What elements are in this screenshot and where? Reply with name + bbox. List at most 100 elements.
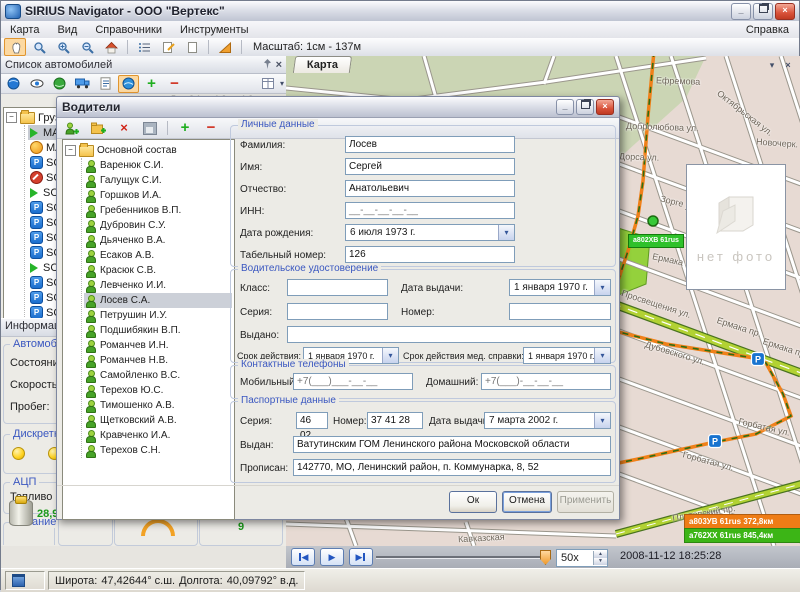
tab-list-dropdown-icon[interactable]: ▾	[764, 58, 780, 73]
license-issue-combo[interactable]: 1 января 1970 г. ▾	[509, 279, 611, 296]
driver-tree-item[interactable]: Гребенников В.П.	[84, 203, 232, 218]
save-button[interactable]	[138, 119, 162, 138]
menu-instrumenty[interactable]: Инструменты	[171, 23, 258, 37]
license-class-field[interactable]	[287, 279, 388, 296]
passport-issue-combo[interactable]: 7 марта 2002 г. ▾	[484, 412, 611, 429]
restore-button[interactable]	[753, 3, 773, 20]
tab-close-icon[interactable]: ×	[780, 58, 796, 73]
expander-icon[interactable]: −	[65, 145, 76, 156]
personnel-number-field[interactable]: 126	[345, 246, 515, 263]
driver-tree-item[interactable]: Терехов С.Н.	[84, 443, 232, 458]
truck-button[interactable]	[72, 75, 93, 93]
dropdown-arrow-icon[interactable]: ▾	[594, 413, 610, 428]
playback-slider[interactable]	[376, 556, 548, 559]
home-view-button[interactable]	[100, 38, 122, 56]
close-button[interactable]: ×	[775, 3, 795, 20]
cancel-button[interactable]: Отмена	[502, 491, 552, 513]
columns-button[interactable]	[258, 75, 279, 93]
parking-marker[interactable]: P	[752, 353, 765, 366]
playback-speed-spinner[interactable]: 50x ▲▼	[556, 549, 608, 567]
vehicle-position-marker[interactable]	[648, 216, 658, 226]
driver-tree-item[interactable]: Самойленко В.С.	[84, 368, 232, 383]
zoom-in-button[interactable]	[52, 38, 74, 56]
spin-up-icon[interactable]: ▲	[594, 551, 607, 558]
tracked-vehicle-badge[interactable]: а762ХХ 61rus 845,4км	[684, 528, 800, 543]
spin-down-icon[interactable]: ▼	[594, 558, 607, 565]
name-field[interactable]: Сергей	[345, 158, 515, 175]
dropdown-arrow-icon[interactable]: ▾	[594, 280, 610, 295]
remove-vehicle-button[interactable]: −	[164, 75, 185, 93]
add-record-button[interactable]: +	[173, 119, 197, 138]
pan-tool-button[interactable]	[4, 38, 26, 56]
passport-series-field[interactable]: 46 02	[296, 412, 328, 429]
driver-tree-item[interactable]: Дьяченко В.А.	[84, 233, 232, 248]
apply-button[interactable]: Применить	[557, 491, 614, 513]
driver-tree-item[interactable]: Романчев И.Н.	[84, 338, 232, 353]
driver-tree-item[interactable]: Горшков И.А.	[84, 188, 232, 203]
dropdown-arrow-icon[interactable]: ▾	[594, 348, 610, 363]
driver-tree-item[interactable]: Щетковский А.В.	[84, 413, 232, 428]
menu-karta[interactable]: Карта	[1, 23, 48, 37]
delete-driver-button[interactable]: ×	[112, 119, 136, 138]
panel-close-icon[interactable]: ×	[276, 59, 282, 71]
tracked-vehicle-badge[interactable]: а803УВ 61rus 372,8км	[684, 514, 800, 529]
dropdown-arrow-icon[interactable]: ▾	[498, 225, 514, 240]
driver-tree-item[interactable]: Дубровин С.У.	[84, 218, 232, 233]
expander-icon[interactable]: −	[6, 112, 17, 123]
inn-field[interactable]: __-__-__-__-__	[345, 202, 515, 219]
driver-tree-item[interactable]: Красюк С.В.	[84, 263, 232, 278]
menu-vid[interactable]: Вид	[48, 23, 86, 37]
passport-address-field[interactable]: 142770, МО, Ленинский район, п. Коммунар…	[293, 459, 611, 476]
license-number-field[interactable]	[509, 303, 611, 320]
add-vehicle-button[interactable]: +	[141, 75, 162, 93]
globe-button[interactable]	[3, 75, 24, 93]
tab-karta[interactable]: Карта	[293, 56, 352, 73]
menu-spravochniki[interactable]: Справочники	[86, 23, 171, 37]
mobile-phone-field[interactable]: +7(___)___-__-__	[293, 373, 413, 390]
vehicle-plate-label[interactable]: а802ХВ 61rus	[628, 234, 684, 248]
pin-icon[interactable]	[263, 59, 272, 70]
ok-button[interactable]: Ок	[449, 491, 497, 513]
skip-forward-button[interactable]: ▶	[349, 548, 373, 566]
driver-tree-item[interactable]: Галущук С.И.	[84, 173, 232, 188]
play-button[interactable]: ▶	[320, 548, 344, 566]
track-on-map-button[interactable]	[118, 75, 139, 93]
spinner-arrows[interactable]: ▲▼	[593, 551, 607, 565]
list-view-button[interactable]	[133, 38, 155, 56]
visibility-button[interactable]	[26, 75, 47, 93]
patronymic-field[interactable]: Анатольевич	[345, 180, 515, 197]
skip-back-button[interactable]: ◀	[291, 548, 315, 566]
dialog-minimize-button[interactable]: _	[556, 99, 574, 115]
slider-handle[interactable]	[540, 550, 551, 565]
report-button[interactable]	[95, 75, 116, 93]
license-med-combo[interactable]: 1 января 1970 г. ▾	[523, 347, 611, 364]
add-group-button[interactable]	[86, 119, 110, 138]
home-phone-field[interactable]: +7(___)-__-__-__	[481, 373, 611, 390]
driver-tree-item[interactable]: Подшибякин В.П.	[84, 323, 232, 338]
new-page-button[interactable]	[181, 38, 203, 56]
zoom-out-button[interactable]	[76, 38, 98, 56]
remove-record-button[interactable]: −	[199, 119, 223, 138]
driver-tree-item[interactable]: Петрушин И.У.	[84, 308, 232, 323]
driver-tree-item[interactable]: Есаков А.В.	[84, 248, 232, 263]
birth-date-combo[interactable]: 6 июля 1973 г. ▾	[345, 224, 515, 241]
driver-tree-item[interactable]: Терехов Ю.С.	[84, 383, 232, 398]
driver-tree-item[interactable]: Левченко И.И.	[84, 278, 232, 293]
edit-document-button[interactable]	[157, 38, 179, 56]
surname-field[interactable]: Лосев	[345, 136, 515, 153]
measure-tool-button[interactable]	[214, 38, 236, 56]
dropdown-arrow-icon[interactable]: ▾	[382, 348, 398, 363]
driver-tree-root[interactable]: − Основной состав	[65, 143, 232, 158]
dialog-close-button[interactable]: ×	[596, 99, 614, 115]
driver-tree-item[interactable]: Варенюк С.И.	[84, 158, 232, 173]
globe-all-button[interactable]	[49, 75, 70, 93]
passport-number-field[interactable]: 37 41 28	[367, 412, 423, 429]
zoom-tool-button[interactable]	[28, 38, 50, 56]
columns-dropdown-icon[interactable]: ▾	[280, 79, 284, 88]
driver-tree-item[interactable]: Кравченко И.А.	[84, 428, 232, 443]
dialog-maximize-button[interactable]	[576, 99, 594, 115]
driver-tree-item[interactable]: Лосев С.А.	[84, 293, 232, 308]
minimize-button[interactable]: _	[731, 3, 751, 20]
add-driver-button[interactable]	[60, 119, 84, 138]
menu-spravka[interactable]: Справка	[736, 23, 799, 37]
